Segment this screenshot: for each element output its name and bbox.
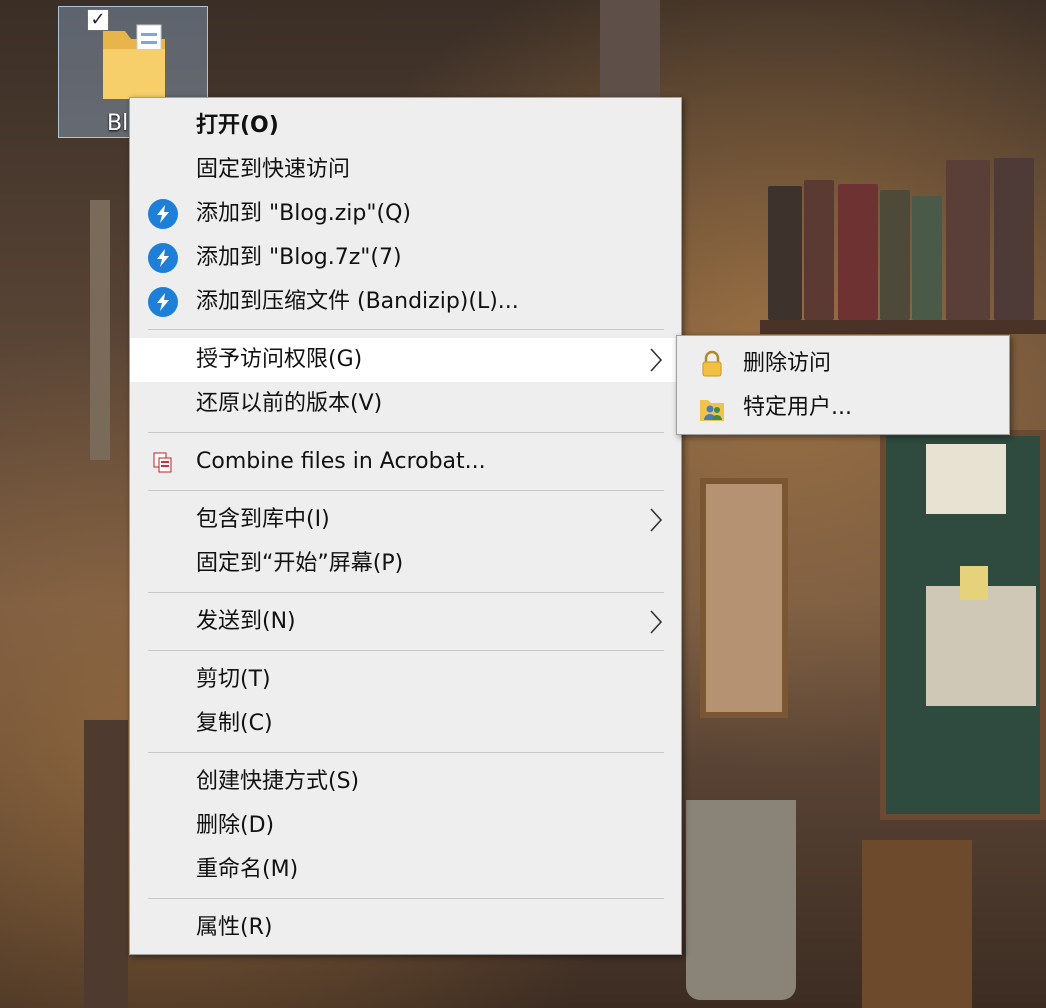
wallpaper-board [880,430,1046,820]
chevron-right-icon [650,508,663,532]
wallpaper-note [926,586,1036,706]
wallpaper-frame [700,478,788,718]
menu-item-combine-acrobat[interactable]: Combine files in Acrobat... [130,440,681,484]
menu-separator [148,898,664,899]
wallpaper-book [804,180,834,320]
menu-separator [148,329,664,330]
menu-item-label: 重命名(M) [196,857,299,882]
menu-item-properties[interactable]: 属性(R) [130,906,681,950]
bandizip-icon [148,243,178,273]
menu-item-create-shortcut[interactable]: 创建快捷方式(S) [130,760,681,804]
menu-item-send-to[interactable]: 发送到(N) [130,600,681,644]
menu-item-pin-quick-access[interactable]: 固定到快速访问 [130,148,681,192]
submenu-item-label: 特定用户... [743,395,852,420]
wallpaper-pole [84,720,128,1008]
wallpaper-note [960,566,988,600]
wallpaper-note [926,444,1006,514]
menu-item-label: 添加到压缩文件 (Bandizip)(L)... [196,289,519,314]
menu-item-label: 固定到“开始”屏幕(P) [196,551,404,576]
menu-item-copy[interactable]: 复制(C) [130,702,681,746]
acrobat-combine-icon [148,447,178,477]
chevron-right-icon [650,610,663,634]
menu-item-open[interactable]: 打开(O) [130,104,681,148]
wallpaper-book [768,186,802,320]
lock-icon [702,350,722,377]
wallpaper-shelf [760,320,1046,334]
menu-item-label: 删除(D) [196,813,275,838]
menu-item-label: 固定到快速访问 [196,157,351,182]
menu-item-label: Combine files in Acrobat... [196,449,486,474]
submenu-item-remove-access[interactable]: 删除访问 [677,342,1009,386]
wallpaper-pole [90,200,110,460]
menu-separator [148,592,664,593]
menu-separator [148,650,664,651]
desktop-icon-label: Bl [107,111,129,136]
menu-item-rename[interactable]: 重命名(M) [130,848,681,892]
users-icon [700,400,724,421]
context-menu: 打开(O) 固定到快速访问 添加到 "Blog.zip"(Q) 添加到 "Blo… [129,97,682,955]
menu-item-label: 还原以前的版本(V) [196,391,383,416]
menu-item-cut[interactable]: 剪切(T) [130,658,681,702]
submenu-item-label: 删除访问 [743,351,832,376]
menu-item-label: 打开(O) [196,113,279,138]
menu-item-include-library[interactable]: 包含到库中(I) [130,498,681,542]
wallpaper-cup [686,800,796,1000]
menu-item-label: 添加到 "Blog.7z"(7) [196,245,402,270]
wallpaper-book [912,196,942,320]
wallpaper-book [994,158,1034,320]
bandizip-icon [148,199,178,229]
menu-separator [148,752,664,753]
wallpaper-book [880,190,910,320]
menu-item-label: 包含到库中(I) [196,507,330,532]
give-access-submenu: 删除访问 特定用户... [676,335,1010,435]
wallpaper-barrel [862,840,972,1008]
menu-separator [148,490,664,491]
menu-item-label: 添加到 "Blog.zip"(Q) [196,201,411,226]
menu-item-add-to-archive[interactable]: 添加到压缩文件 (Bandizip)(L)... [130,280,681,324]
folder-icon [103,24,165,99]
chevron-right-icon [650,348,663,372]
menu-separator [148,432,664,433]
menu-item-add-to-zip[interactable]: 添加到 "Blog.zip"(Q) [130,192,681,236]
menu-item-restore-versions[interactable]: 还原以前的版本(V) [130,382,681,426]
wallpaper-book [838,184,878,320]
menu-item-label: 发送到(N) [196,609,296,634]
menu-item-add-to-7z[interactable]: 添加到 "Blog.7z"(7) [130,236,681,280]
menu-item-delete[interactable]: 删除(D) [130,804,681,848]
menu-item-label: 授予访问权限(G) [196,347,363,372]
menu-item-label: 属性(R) [196,915,273,940]
menu-item-label: 复制(C) [196,711,273,736]
submenu-item-specific-users[interactable]: 特定用户... [677,386,1009,430]
bandizip-icon [148,287,178,317]
menu-item-label: 剪切(T) [196,667,271,692]
wallpaper-book [946,160,990,320]
menu-item-pin-start[interactable]: 固定到“开始”屏幕(P) [130,542,681,586]
menu-item-give-access[interactable]: 授予访问权限(G) [130,338,681,382]
wallpaper-pipe [600,0,660,100]
menu-item-label: 创建快捷方式(S) [196,769,360,794]
